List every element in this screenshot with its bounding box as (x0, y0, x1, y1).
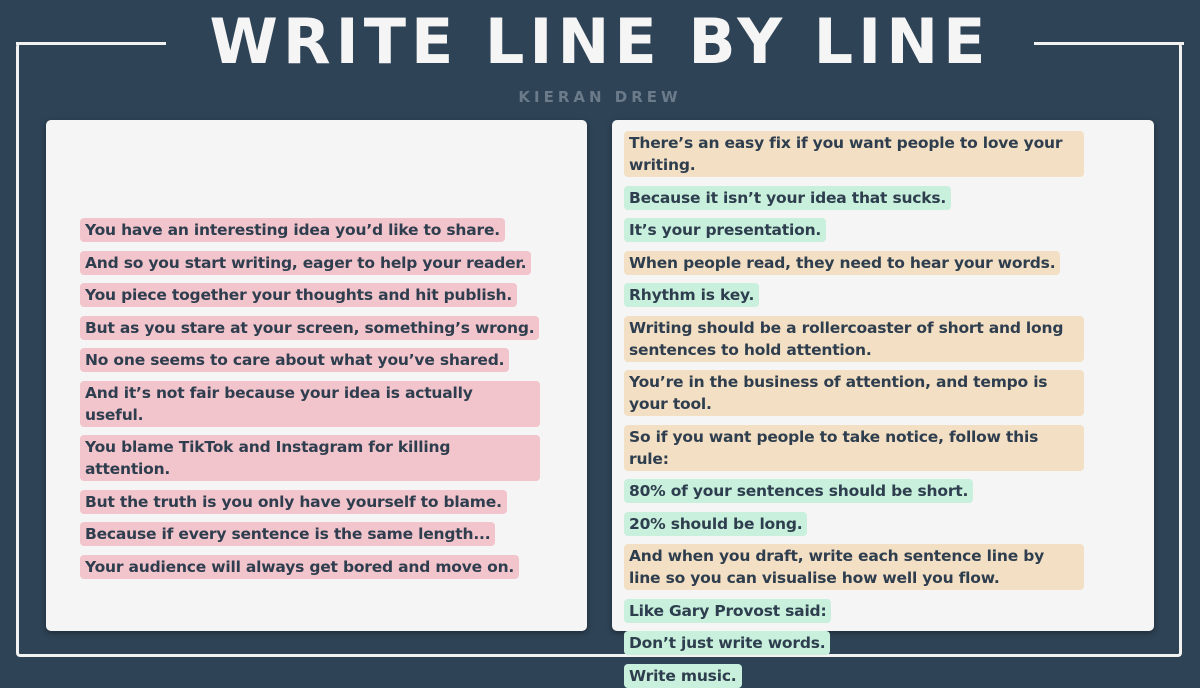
sentence-line: Write music. (624, 663, 742, 688)
sentence-line: Like Gary Provost said: (624, 598, 832, 623)
title-text: WRITE LINE BY LINE (195, 5, 1005, 78)
sentence-line: It’s your presentation. (624, 218, 827, 242)
sentence-line: So if you want people to take notice, fo… (624, 424, 1084, 471)
sentence-line: Rhythm is key. (624, 283, 760, 307)
page-title: WRITE LINE BY LINE (0, 2, 1200, 82)
sentence-line: Writing should be a rollercoaster of sho… (624, 315, 1084, 362)
sentence-line: Your audience will always get bored and … (80, 554, 520, 579)
sentence-line: You’re in the business of attention, and… (624, 370, 1084, 416)
sentence-line: You have an interesting idea you’d like … (80, 218, 505, 242)
sentence-line: And it’s not fair because your idea is a… (80, 380, 540, 427)
sentence-line: When people read, they need to hear your… (624, 250, 1061, 275)
sentence-line: But as you stare at your screen, somethi… (80, 315, 540, 340)
left-panel-monotone: You have an interesting idea you’d like … (46, 120, 587, 631)
right-panel-varied: There’s an easy fix if you want people t… (612, 120, 1154, 688)
sentence-line: But the truth is you only have yourself … (80, 489, 507, 514)
sentence-line: And so you start writing, eager to help … (80, 250, 532, 275)
sentence-line: 80% of your sentences should be short. (624, 479, 974, 503)
sentence-line: Because it isn’t your idea that sucks. (624, 185, 952, 210)
sentence-line: And when you draft, write each sentence … (624, 544, 1084, 590)
sentence-line: Because if every sentence is the same le… (80, 522, 496, 546)
sentence-line: No one seems to care about what you’ve s… (80, 348, 510, 372)
sentence-line: You piece together your thoughts and hit… (80, 283, 518, 307)
sentence-line: Don’t just write words. (624, 631, 831, 655)
sentence-line: You blame TikTok and Instagram for killi… (80, 435, 540, 481)
sentence-line: 20% should be long. (624, 511, 808, 536)
author-name: KIERAN DREW (518, 88, 682, 106)
sentence-line: There’s an easy fix if you want people t… (624, 131, 1084, 177)
